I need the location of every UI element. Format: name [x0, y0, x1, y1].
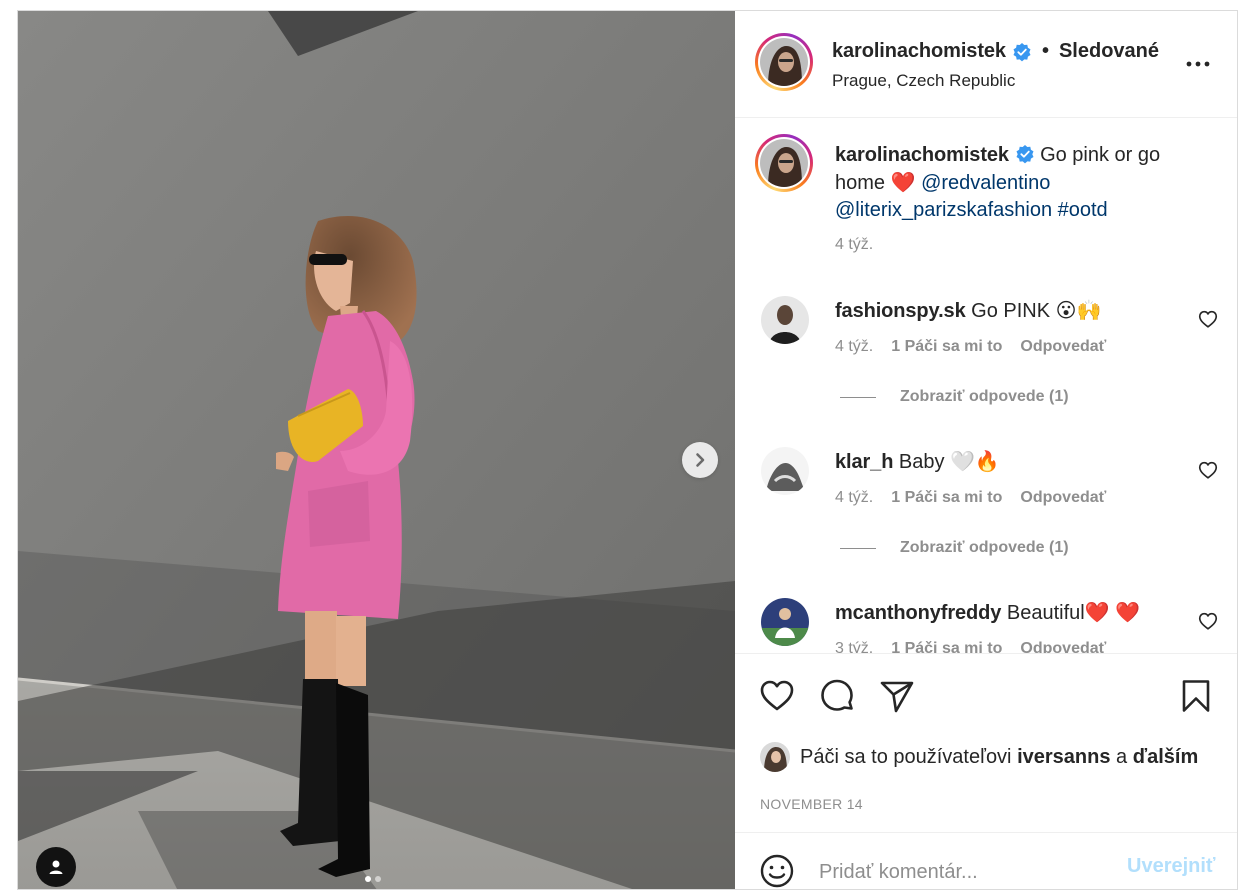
post-date[interactable]: NOVEMBER 14 — [760, 796, 863, 812]
commenter-avatar[interactable] — [761, 296, 809, 344]
likes-others-link[interactable]: ďalším — [1133, 746, 1199, 768]
user-tags-button[interactable] — [36, 847, 76, 887]
carousel-dot — [375, 876, 381, 882]
bookmark-icon — [1182, 680, 1210, 712]
comment-input[interactable] — [819, 857, 1099, 887]
heart-icon — [1198, 461, 1218, 479]
emoji-button[interactable] — [759, 853, 795, 889]
comment-reply-button[interactable]: Odpovedať — [1020, 489, 1106, 507]
comment-item: klar_h Baby 🤍🔥 4 týž. 1 Páči sa mi to Od… — [735, 447, 1237, 597]
comment-likes[interactable]: 1 Páči sa mi to — [891, 338, 1002, 356]
caption-text: karolinachomistek Go pink or go home ❤️ … — [835, 142, 1195, 225]
more-options-button[interactable] — [1181, 47, 1215, 81]
caption-avatar[interactable] — [755, 134, 813, 192]
likes-text: Páči sa to používateľovi iversanns a ďal… — [800, 746, 1198, 769]
comment-username[interactable]: fashionspy.sk — [835, 300, 966, 322]
next-photo-button[interactable] — [682, 442, 718, 478]
comment-text: klar_h Baby 🤍🔥 — [835, 449, 1000, 475]
more-icon — [1186, 61, 1210, 67]
like-button[interactable] — [757, 676, 797, 716]
carousel-indicator — [365, 876, 381, 882]
send-icon — [880, 681, 914, 713]
comment-meta: 4 týž. 1 Páči sa mi to Odpovedať — [835, 489, 1106, 507]
comment-username[interactable]: mcanthonyfreddy — [835, 602, 1001, 624]
add-comment-bar: Uverejniť — [735, 832, 1237, 889]
heart-icon — [1198, 310, 1218, 328]
author-avatar-image — [760, 38, 808, 86]
user-icon — [49, 860, 63, 874]
comment-meta: 4 týž. 1 Páči sa mi to Odpovedať — [835, 338, 1106, 356]
caption-time: 4 týž. — [835, 236, 874, 253]
comment-reply-button[interactable]: Odpovedať — [1020, 338, 1106, 356]
comment-meta: 3 týž. 1 Páči sa mi to Odpovedať — [835, 640, 1106, 653]
comment-icon — [821, 679, 853, 711]
caption-emoji: ❤️ — [890, 171, 916, 194]
following-button[interactable]: Sledované — [1059, 40, 1159, 63]
view-replies-button[interactable]: Zobraziť odpovede (1) — [840, 539, 1069, 557]
photo-scene — [18, 11, 735, 889]
chevron-right-icon — [696, 453, 705, 467]
comments-section[interactable]: karolinachomistek Go pink or go home ❤️ … — [735, 118, 1237, 653]
comment-like-button[interactable] — [1197, 610, 1219, 632]
verified-badge-icon — [1016, 145, 1033, 164]
comment-button[interactable] — [817, 676, 857, 716]
post-actions: Páči sa to používateľovi iversanns a ďal… — [735, 653, 1237, 889]
likes-and: a — [1116, 745, 1128, 768]
post-card: karolinachomistek • Sledované Prague, Cz… — [17, 10, 1238, 890]
likes-user-link[interactable]: iversanns — [1017, 746, 1110, 768]
mention-redvalentino[interactable]: @redvalentino — [921, 172, 1050, 194]
comment-time: 3 týž. — [835, 640, 874, 653]
comment-time: 4 týž. — [835, 338, 874, 355]
mention-literix[interactable]: @literix_parizskafashion — [835, 199, 1052, 221]
heart-icon — [760, 680, 794, 711]
comment-likes[interactable]: 1 Páči sa mi to — [891, 489, 1002, 507]
verified-badge-icon — [1013, 42, 1031, 61]
comment-like-button[interactable] — [1197, 308, 1219, 330]
smiley-icon — [760, 854, 794, 888]
share-button[interactable] — [877, 676, 917, 716]
comment-likes[interactable]: 1 Páči sa mi to — [891, 640, 1002, 653]
caption-username[interactable]: karolinachomistek — [835, 144, 1009, 166]
comment-time: 4 týž. — [835, 489, 874, 506]
carousel-dot — [365, 876, 371, 882]
view-replies-label: Zobraziť odpovede (1) — [900, 539, 1069, 556]
author-avatar[interactable] — [755, 33, 813, 91]
save-button[interactable] — [1176, 676, 1216, 716]
post-location[interactable]: Prague, Czech Republic — [832, 71, 1015, 91]
likes-summary: Páči sa to používateľovi iversanns a ďal… — [760, 742, 1198, 772]
post-header: karolinachomistek • Sledované Prague, Cz… — [735, 11, 1237, 118]
comment-item: mcanthonyfreddy Beautiful❤️ ❤️ 3 týž. 1 … — [735, 598, 1237, 653]
comment-item: fashionspy.sk Go PINK 😮🙌 4 týž. 1 Páči s… — [735, 296, 1237, 446]
replies-divider — [840, 396, 876, 398]
liker-avatar[interactable] — [760, 742, 790, 772]
post-photo[interactable] — [18, 11, 735, 889]
comment-like-button[interactable] — [1197, 459, 1219, 481]
commenter-avatar[interactable] — [761, 598, 809, 646]
comment-body: Beautiful❤️ ❤️ — [1006, 602, 1141, 624]
post-side-panel: karolinachomistek • Sledované Prague, Cz… — [735, 11, 1237, 889]
caption-avatar-image — [760, 139, 808, 187]
author-username[interactable]: karolinachomistek — [832, 40, 1006, 63]
author-line: karolinachomistek • Sledované — [832, 40, 1159, 63]
post-comment-button[interactable]: Uverejniť — [1127, 855, 1216, 878]
replies-divider — [840, 547, 876, 549]
view-replies-button[interactable]: Zobraziť odpovede (1) — [840, 388, 1069, 406]
comment-body: Baby 🤍🔥 — [898, 451, 1000, 473]
header-separator: • — [1041, 40, 1049, 62]
hashtag-ootd[interactable]: #ootd — [1058, 199, 1108, 221]
comment-text: fashionspy.sk Go PINK 😮🙌 — [835, 298, 1101, 324]
view-replies-label: Zobraziť odpovede (1) — [900, 388, 1069, 405]
comment-reply-button[interactable]: Odpovedať — [1020, 640, 1106, 653]
comment-username[interactable]: klar_h — [835, 451, 893, 473]
likes-prefix: Páči sa to používateľovi — [800, 745, 1012, 768]
comment-text: mcanthonyfreddy Beautiful❤️ ❤️ — [835, 600, 1140, 626]
comment-body: Go PINK 😮🙌 — [971, 300, 1102, 322]
heart-icon — [1198, 612, 1218, 630]
commenter-avatar[interactable] — [761, 447, 809, 495]
